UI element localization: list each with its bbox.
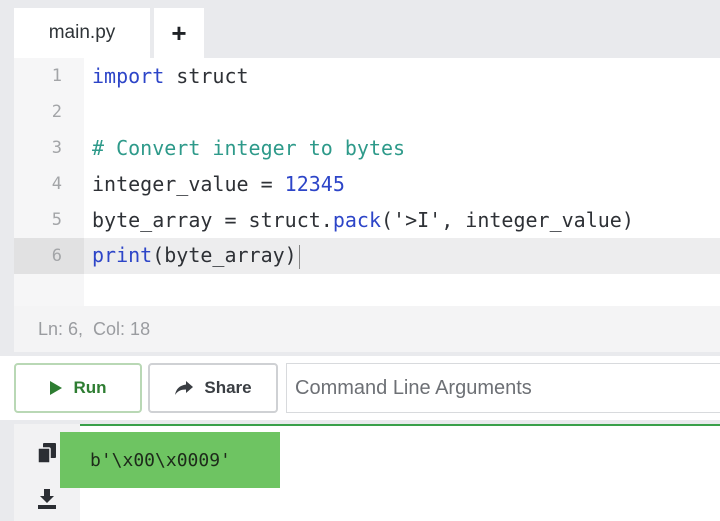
- cursor-column: Col: 18: [93, 318, 151, 339]
- code-line[interactable]: 6 print(byte_array): [14, 238, 720, 274]
- share-button[interactable]: Share: [148, 363, 278, 413]
- code-text: import struct: [84, 64, 249, 88]
- code-token: print: [92, 243, 153, 268]
- code-token: # Convert integer to bytes: [92, 136, 406, 160]
- copy-icon[interactable]: [36, 442, 58, 464]
- code-token: integer_value =: [92, 172, 285, 196]
- run-toolbar: Run Share Command Line Arguments: [0, 356, 720, 420]
- command-line-arguments-input[interactable]: Command Line Arguments: [286, 363, 720, 413]
- code-token: ('>I', integer_value): [381, 208, 634, 232]
- add-tab-button[interactable]: +: [154, 8, 204, 58]
- line-number: 2: [51, 102, 62, 122]
- share-label: Share: [204, 378, 252, 397]
- code-text: byte_array = struct.pack('>I', integer_v…: [84, 208, 634, 232]
- run-label: Run: [73, 378, 107, 397]
- code-token: struct: [164, 64, 249, 88]
- line-number: 6: [14, 238, 84, 274]
- online-python-editor: main.py + 1 import struct 2 3 # Convert inte…: [0, 0, 720, 521]
- editor-status-bar: Ln: 6, Col: 18: [14, 306, 720, 352]
- code-line[interactable]: 3 # Convert integer to bytes: [14, 130, 720, 166]
- cursor-line: Ln: 6,: [38, 318, 84, 339]
- share-arrow-icon: [174, 380, 194, 396]
- code-token: (byte_array): [152, 243, 297, 268]
- line-number: 4: [51, 174, 62, 194]
- line-number: 3: [51, 138, 62, 158]
- tab-bar: main.py +: [14, 8, 720, 58]
- tab-label: main.py: [48, 22, 116, 43]
- play-icon: [49, 380, 63, 396]
- code-token: byte_array = struct.: [92, 208, 333, 232]
- run-button[interactable]: Run: [14, 363, 142, 413]
- code-text: print(byte_array): [84, 243, 300, 269]
- code-line[interactable]: 5 byte_array = struct.pack('>I', integer_…: [14, 202, 720, 238]
- code-line[interactable]: 1 import struct: [14, 58, 720, 94]
- tab-main-py[interactable]: main.py: [14, 8, 150, 58]
- plus-icon: +: [171, 17, 187, 48]
- code-editor[interactable]: 1 import struct 2 3 # Convert integer to byt…: [14, 58, 720, 306]
- code-line[interactable]: 2: [14, 94, 720, 130]
- code-token: import: [92, 64, 165, 88]
- line-number: 5: [51, 210, 62, 230]
- code-token: pack: [332, 208, 381, 232]
- code-text: # Convert integer to bytes: [84, 136, 405, 160]
- line-number: 1: [51, 66, 62, 86]
- args-placeholder: Command Line Arguments: [295, 376, 532, 399]
- code-text: integer_value = 12345: [84, 172, 345, 196]
- download-icon[interactable]: [36, 488, 58, 510]
- code-token: 12345: [284, 172, 345, 196]
- output-result: b'\x00\x0009': [60, 432, 280, 488]
- code-line[interactable]: 4 integer_value = 12345: [14, 166, 720, 202]
- text-cursor: [298, 244, 300, 269]
